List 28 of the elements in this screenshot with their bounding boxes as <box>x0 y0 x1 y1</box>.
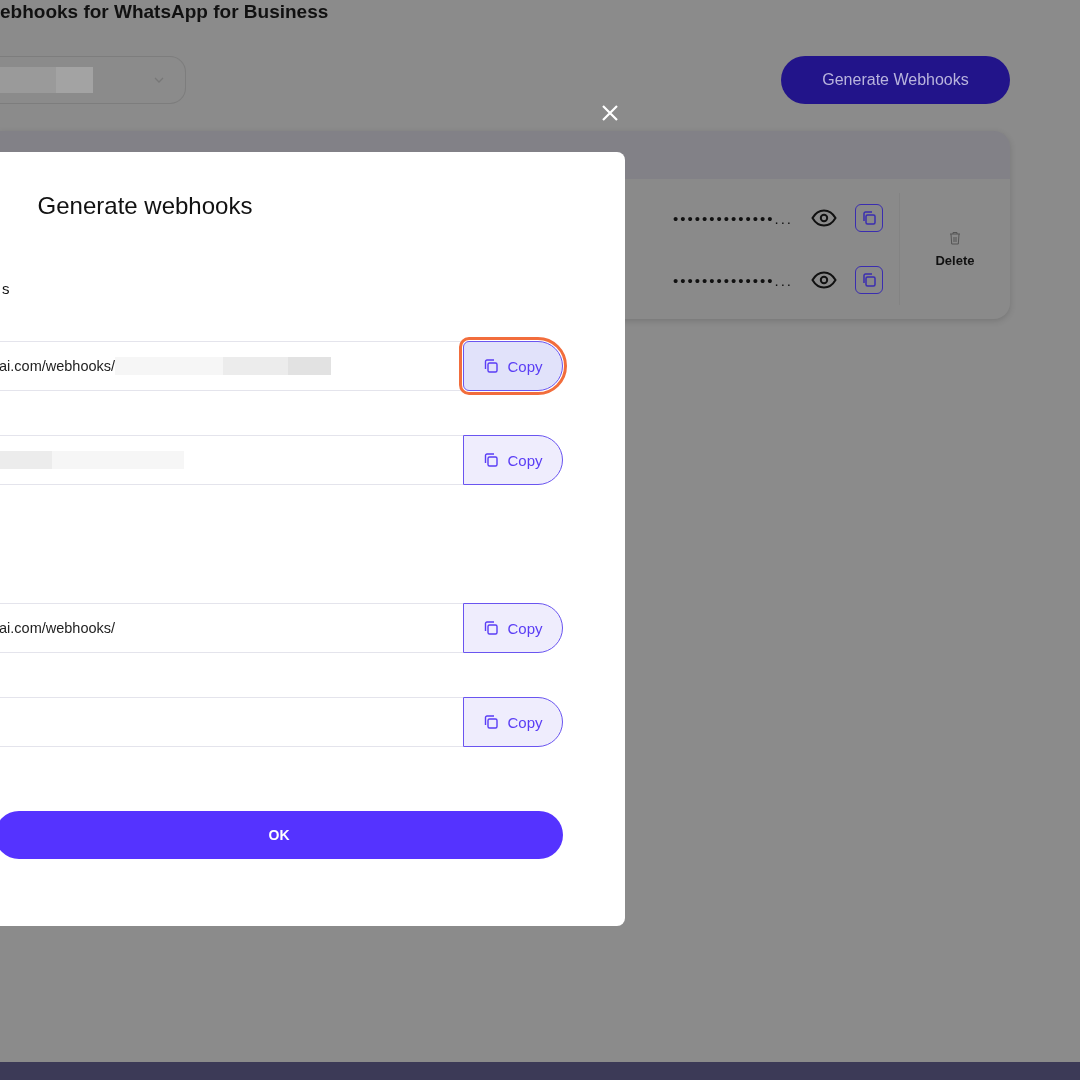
eye-icon[interactable] <box>811 271 837 289</box>
copy-icon-button[interactable] <box>855 204 883 232</box>
ok-button[interactable]: OK <box>0 811 563 859</box>
masked-value: ••••••••••••••... <box>672 209 793 227</box>
url-field[interactable]: ai.com/webhooks/ <box>0 341 463 391</box>
copy-icon <box>483 452 500 468</box>
eye-icon[interactable] <box>811 209 837 227</box>
dropdown[interactable] <box>0 56 186 104</box>
url-field[interactable] <box>0 435 463 485</box>
copy-button[interactable]: Copy <box>463 697 563 747</box>
delete-button[interactable]: Delete <box>929 229 981 269</box>
copy-icon <box>861 210 877 226</box>
copy-icon <box>483 358 500 374</box>
url-field[interactable]: ai.com/webhooks/ <box>0 603 463 653</box>
section-label: s <box>2 280 11 297</box>
copy-icon <box>861 272 877 288</box>
copy-button[interactable]: Copy <box>463 603 563 653</box>
trash-icon <box>949 230 961 245</box>
generate-webhooks-button[interactable]: Generate Webhooks <box>781 56 1010 104</box>
masked-value: ••••••••••••••... <box>672 271 793 289</box>
copy-button[interactable]: Copy <box>463 435 563 485</box>
close-icon[interactable] <box>601 104 619 122</box>
copy-icon-button[interactable] <box>855 266 883 294</box>
copy-icon <box>483 620 500 636</box>
modal-title: Generate webhooks <box>36 192 254 220</box>
page-title: ebhooks for WhatsApp for Business <box>0 0 329 24</box>
copy-icon <box>483 714 500 730</box>
url-field[interactable] <box>0 697 463 747</box>
